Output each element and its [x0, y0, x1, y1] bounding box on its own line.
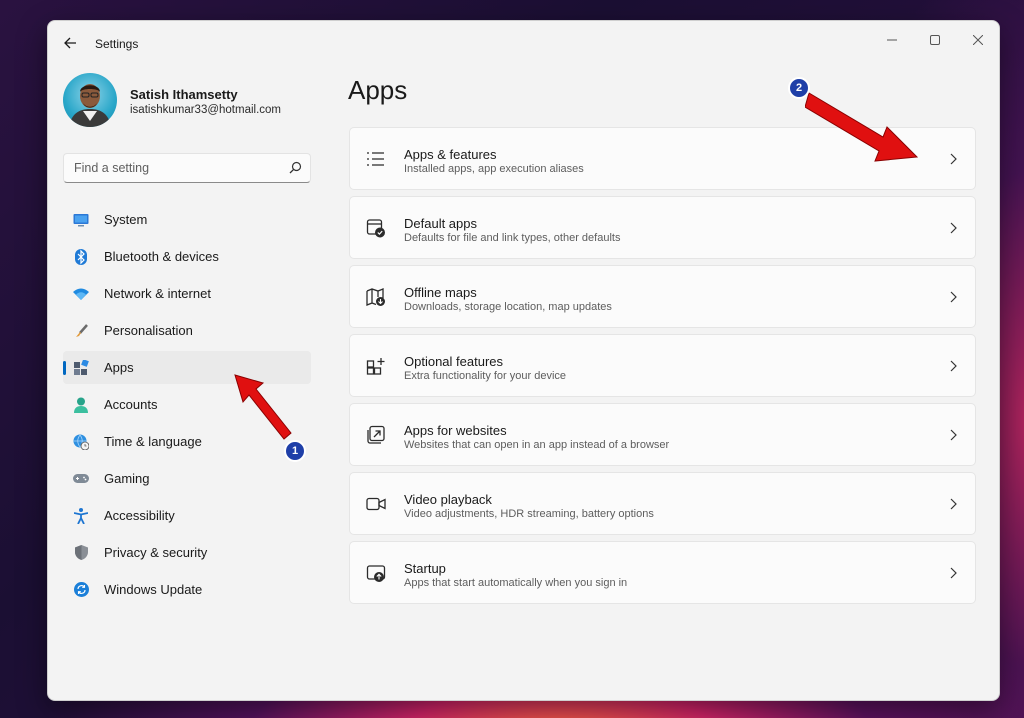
- sidebar-item-label: Bluetooth & devices: [104, 249, 219, 264]
- minimize-icon: [887, 39, 897, 41]
- sidebar-item-label: Accounts: [104, 397, 158, 412]
- open-in-app-icon: [367, 425, 385, 444]
- sidebar-item-bluetooth[interactable]: Bluetooth & devices: [63, 240, 311, 273]
- card-optional-features[interactable]: Optional features Extra functionality fo…: [349, 334, 976, 397]
- video-icon: [366, 497, 386, 511]
- sidebar-item-label: System: [104, 212, 148, 227]
- annotation-arrow-2: [805, 92, 919, 162]
- gamepad-icon: [73, 471, 89, 487]
- sidebar-item-personalisation[interactable]: Personalisation: [63, 314, 311, 347]
- card-default-apps[interactable]: Default apps Defaults for file and link …: [349, 196, 976, 259]
- list-icon: [367, 152, 384, 166]
- sidebar-item-label: Time & language: [104, 434, 202, 449]
- search-icon[interactable]: [289, 161, 302, 174]
- sidebar-item-gaming[interactable]: Gaming: [63, 462, 311, 495]
- card-title: Default apps: [404, 216, 477, 231]
- chevron-right-icon: [950, 498, 957, 510]
- startup-icon: [366, 565, 386, 582]
- apps-icon: [73, 360, 89, 376]
- accessibility-icon: [73, 507, 89, 524]
- card-title: Apps for websites: [404, 423, 507, 438]
- card-description: Apps that start automatically when you s…: [404, 577, 628, 589]
- chevron-right-icon: [950, 222, 957, 234]
- shield-icon: [73, 545, 89, 561]
- close-icon: [973, 35, 983, 45]
- sidebar-item-accessibility[interactable]: Accessibility: [63, 499, 311, 532]
- bluetooth-icon: [73, 248, 89, 265]
- wifi-icon: [73, 286, 89, 302]
- back-arrow-icon: [64, 37, 76, 49]
- card-video-playback[interactable]: Video playback Video adjustments, HDR st…: [349, 472, 976, 535]
- sidebar-item-label: Windows Update: [104, 582, 203, 597]
- user-email: isatishkumar33@hotmail.com: [130, 104, 282, 116]
- maximize-button[interactable]: [920, 27, 950, 53]
- default-apps-icon: [366, 219, 385, 238]
- minimize-button[interactable]: [877, 27, 907, 53]
- sidebar-item-label: Network & internet: [104, 286, 211, 301]
- annotation-badge-1: 1: [284, 440, 306, 462]
- card-title: Video playback: [404, 492, 492, 507]
- window-title: Settings: [95, 37, 139, 51]
- sidebar-item-privacy[interactable]: Privacy & security: [63, 536, 311, 569]
- card-startup[interactable]: Startup Apps that start automatically wh…: [349, 541, 976, 604]
- chevron-right-icon: [950, 567, 957, 579]
- sidebar-item-network[interactable]: Network & internet: [63, 277, 311, 310]
- map-icon: [366, 288, 385, 306]
- grid-plus-icon: [366, 358, 385, 375]
- sidebar-item-label: Apps: [104, 360, 134, 375]
- annotation-badge-2: 2: [788, 77, 810, 99]
- chevron-right-icon: [950, 153, 957, 165]
- back-button[interactable]: [60, 33, 80, 53]
- sidebar-item-label: Privacy & security: [104, 545, 208, 560]
- annotation-arrow-1: [234, 374, 292, 440]
- brush-icon: [73, 323, 89, 339]
- sidebar-item-label: Personalisation: [104, 323, 193, 338]
- settings-cards: Apps & features Installed apps, app exec…: [349, 127, 976, 610]
- card-offline-maps[interactable]: Offline maps Downloads, storage location…: [349, 265, 976, 328]
- card-description: Installed apps, app execution aliases: [404, 163, 584, 175]
- card-description: Defaults for file and link types, other …: [404, 232, 621, 244]
- update-icon: [73, 582, 89, 598]
- chevron-right-icon: [950, 429, 957, 441]
- search-input[interactable]: [64, 154, 289, 182]
- sidebar-item-label: Accessibility: [104, 508, 175, 523]
- card-title: Offline maps: [404, 285, 477, 300]
- avatar[interactable]: [63, 73, 117, 127]
- system-icon: [73, 212, 89, 228]
- globe-clock-icon: [73, 434, 89, 450]
- person-icon: [73, 397, 89, 413]
- card-description: Video adjustments, HDR streaming, batter…: [404, 508, 654, 520]
- search-box[interactable]: [63, 153, 311, 183]
- card-title: Startup: [404, 561, 446, 576]
- title-bar: Settings: [48, 21, 999, 65]
- chevron-right-icon: [950, 360, 957, 372]
- sidebar-item-windows-update[interactable]: Windows Update: [63, 573, 311, 606]
- sidebar-item-label: Gaming: [104, 471, 150, 486]
- card-apps-for-websites[interactable]: Apps for websites Websites that can open…: [349, 403, 976, 466]
- close-button[interactable]: [963, 27, 993, 53]
- card-description: Downloads, storage location, map updates: [404, 301, 612, 313]
- card-description: Websites that can open in an app instead…: [404, 439, 670, 451]
- user-name: Satish Ithamsetty: [130, 87, 238, 102]
- sidebar-item-system[interactable]: System: [63, 203, 311, 236]
- maximize-icon: [930, 35, 940, 45]
- card-title: Apps & features: [404, 147, 497, 162]
- card-title: Optional features: [404, 354, 504, 369]
- page-title: Apps: [348, 75, 408, 105]
- chevron-right-icon: [950, 291, 957, 303]
- card-description: Extra functionality for your device: [404, 370, 567, 382]
